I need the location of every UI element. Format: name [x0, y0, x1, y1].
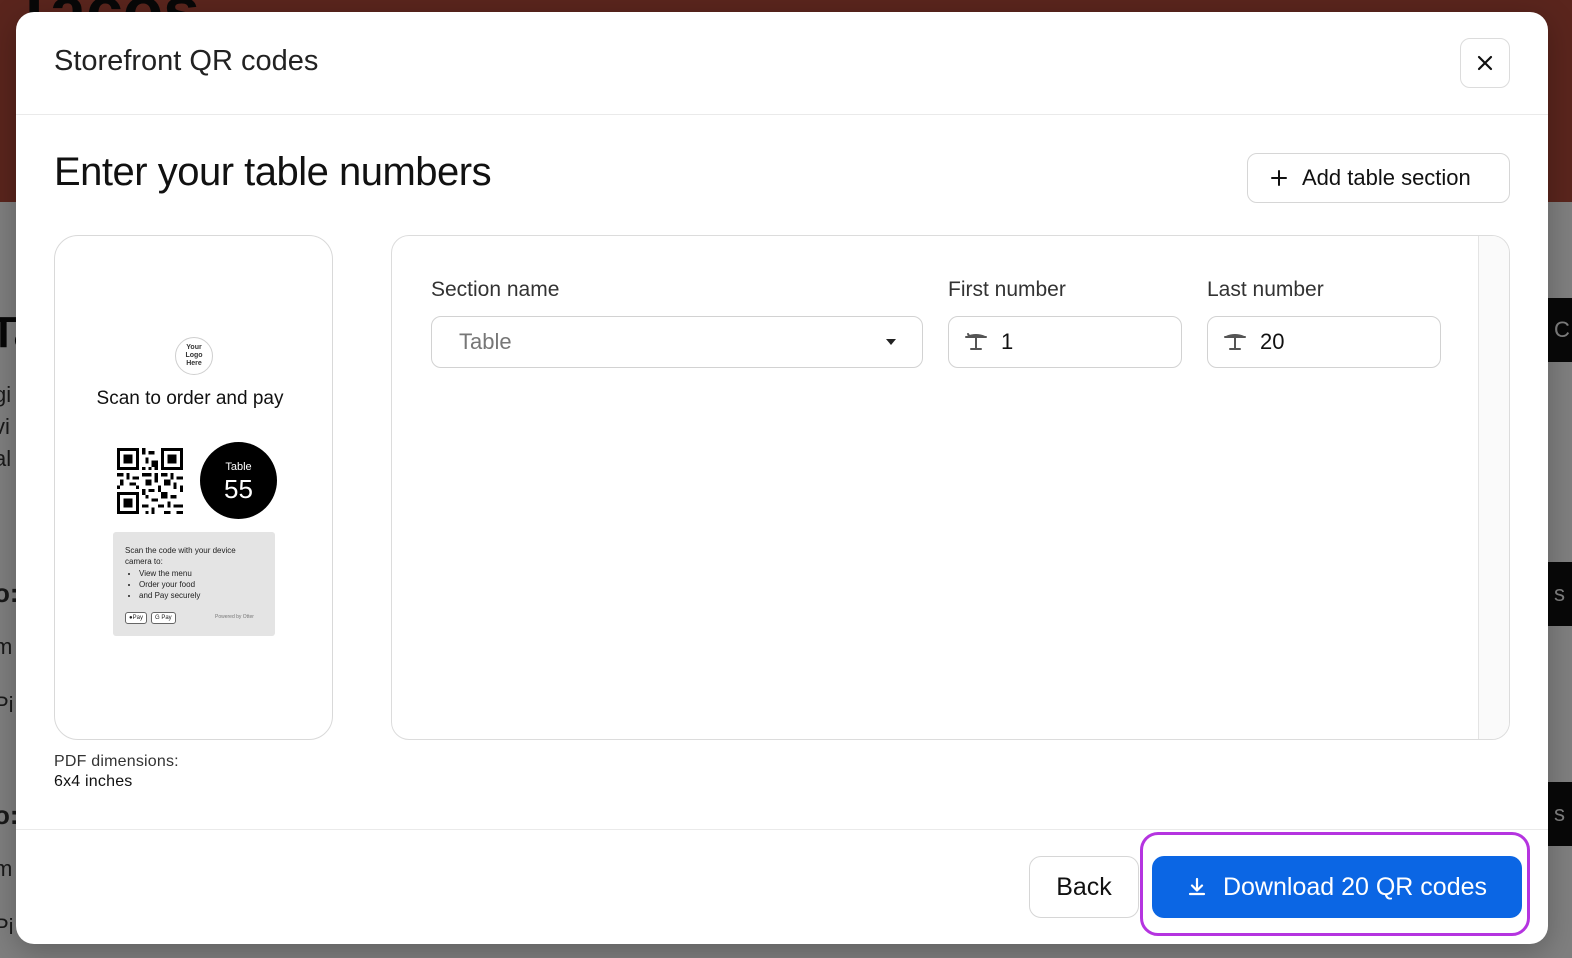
apple-pay-label: Pay — [132, 615, 143, 621]
pdf-dimensions-value: 6x4 inches — [54, 773, 133, 790]
logo-text: Here — [186, 360, 202, 367]
modal-footer-divider — [16, 829, 1548, 830]
table-badge-label: Table — [225, 461, 252, 473]
instructions-box: Scan the code with your device camera to… — [113, 532, 275, 636]
table-badge-number: 55 — [224, 474, 253, 504]
qr-code-image — [117, 448, 183, 514]
modal-header: Storefront QR codes — [16, 12, 1548, 115]
close-icon — [1477, 55, 1493, 71]
instructions-intro: Scan the code with your device camera to… — [125, 546, 236, 566]
instructions-list: View the menu Order your food and Pay se… — [119, 568, 200, 601]
section-name-value: Table — [459, 329, 512, 354]
table-sections-panel: Section name Table First number 1 Last n… — [391, 235, 1510, 740]
close-button[interactable] — [1460, 38, 1510, 88]
download-label: Download 20 QR codes — [1222, 872, 1488, 901]
last-number-input[interactable]: 20 — [1207, 316, 1441, 368]
powered-by-text: Powered by Otter — [215, 614, 254, 620]
first-number-value: 1 — [1001, 329, 1014, 354]
plus-icon — [1271, 170, 1287, 186]
scan-title: Scan to order and pay — [96, 388, 284, 409]
table-icon — [965, 333, 987, 350]
qr-preview-card: Your Logo Here Scan to order and pay Tab… — [54, 235, 333, 740]
google-pay-badge: G Pay — [151, 612, 176, 624]
add-table-section-button[interactable]: Add table section — [1247, 153, 1510, 203]
table-number-badge: Table 55 — [200, 442, 277, 519]
last-number-value: 20 — [1260, 329, 1285, 354]
download-qr-codes-button[interactable]: Download 20 QR codes — [1152, 856, 1522, 918]
pdf-dimensions-label: PDF dimensions: — [54, 753, 179, 770]
download-icon — [1188, 877, 1206, 896]
section-name-select[interactable]: Table — [431, 316, 923, 368]
instruction-item: and Pay securely — [139, 590, 200, 601]
qr-codes-modal: Storefront QR codes Enter your table num… — [16, 12, 1548, 944]
caret-down-icon — [886, 339, 896, 345]
instruction-item: View the menu — [139, 568, 200, 579]
first-number-label: First number — [948, 278, 1066, 301]
logo-placeholder: Your Logo Here — [175, 337, 213, 375]
instruction-item: Order your food — [139, 579, 200, 590]
page-title: Enter your table numbers — [54, 150, 492, 194]
apple-pay-badge: ●Pay — [125, 612, 147, 624]
table-icon — [1224, 334, 1246, 350]
logo-text: Your — [186, 344, 202, 351]
modal-title: Storefront QR codes — [54, 45, 319, 77]
logo-text: Logo — [185, 352, 203, 359]
scrollbar[interactable] — [1478, 236, 1509, 739]
back-button[interactable]: Back — [1029, 856, 1139, 918]
last-number-label: Last number — [1207, 278, 1324, 301]
first-number-input[interactable]: 1 — [948, 316, 1182, 368]
section-name-label: Section name — [431, 278, 560, 301]
add-table-section-label: Add table section — [1302, 165, 1471, 190]
